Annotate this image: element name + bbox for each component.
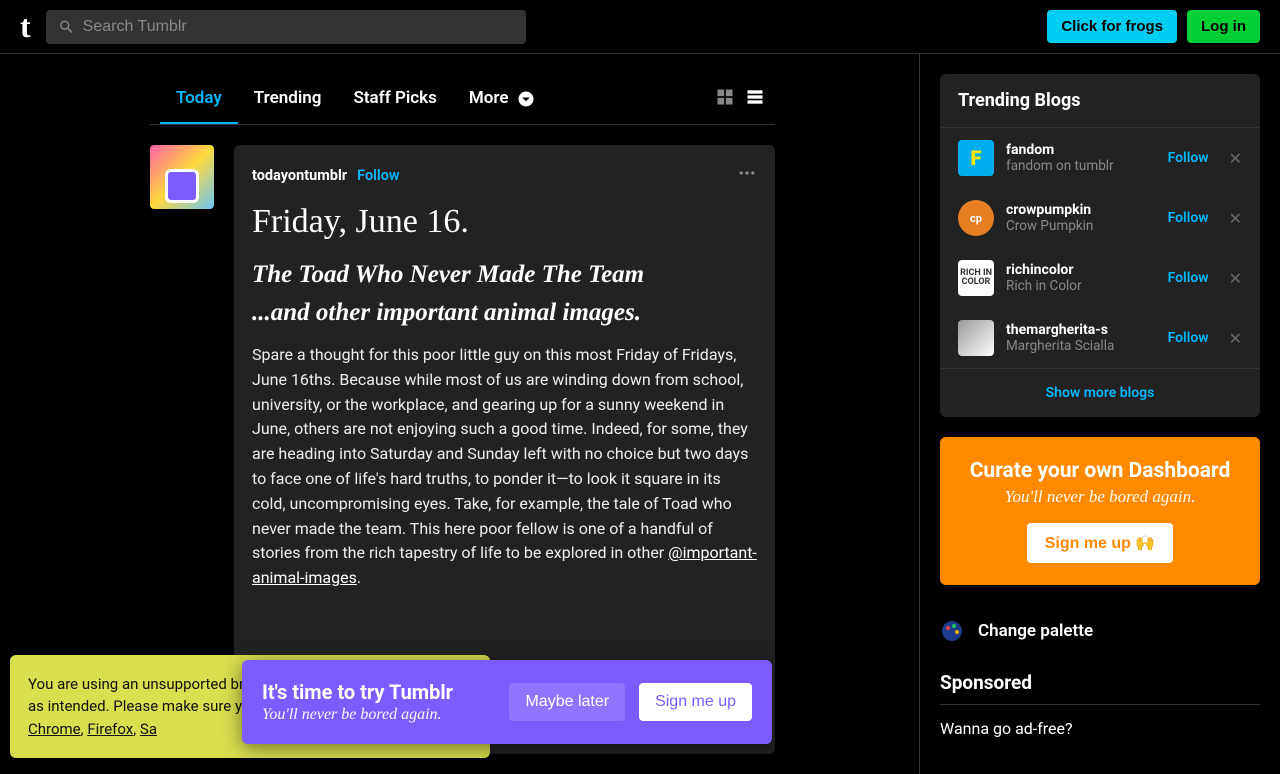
curate-subtitle: You'll never be bored again. <box>962 487 1238 507</box>
search-box[interactable] <box>46 10 526 44</box>
blog-desc: fandom on tumblr <box>1006 158 1156 174</box>
blog-name[interactable]: richincolor <box>1006 262 1156 278</box>
header-bar: t Click for frogs Log in <box>0 0 1280 54</box>
curate-signup-button[interactable]: Sign me up 🙌 <box>1027 523 1174 563</box>
cta-signup-button[interactable]: Sign me up <box>639 683 752 721</box>
blog-dismiss-button[interactable]: ✕ <box>1229 269 1242 288</box>
frogs-button[interactable]: Click for frogs <box>1047 10 1177 43</box>
search-icon <box>58 18 75 36</box>
tab-staff-picks[interactable]: Staff Picks <box>337 74 452 124</box>
chrome-link[interactable]: Chrome <box>28 720 81 738</box>
blog-desc: Crow Pumpkin <box>1006 218 1156 234</box>
blog-avatar[interactable]: cp <box>958 200 994 236</box>
signup-cta-banner: It's time to try Tumblr You'll never be … <box>242 660 772 744</box>
blog-follow-button[interactable]: Follow <box>1168 150 1209 166</box>
blog-dismiss-button[interactable]: ✕ <box>1229 329 1242 348</box>
tab-more-label: More <box>469 88 509 108</box>
post-subtitle-2: ...and other important animal images. <box>252 299 757 327</box>
blog-item: RICH INCOLOR richincolor Rich in Color F… <box>940 248 1260 308</box>
list-view-toggle[interactable] <box>745 87 765 111</box>
grid-view-toggle[interactable] <box>715 87 735 111</box>
chevron-down-icon <box>517 90 535 108</box>
blog-item: F fandom fandom on tumblr Follow ✕ <box>940 128 1260 188</box>
trending-blogs-header: Trending Blogs <box>940 74 1260 128</box>
blog-avatar[interactable]: RICH INCOLOR <box>958 260 994 296</box>
search-input[interactable] <box>83 18 514 36</box>
post-subtitle-1: The Toad Who Never Made The Team <box>252 261 757 289</box>
blog-item: themargherita-s Margherita Scialla Follo… <box>940 308 1260 368</box>
blog-follow-button[interactable]: Follow <box>1168 210 1209 226</box>
curate-dashboard-card: Curate your own Dashboard You'll never b… <box>940 437 1260 585</box>
sponsored-text[interactable]: Wanna go ad-free? <box>940 719 1260 738</box>
sponsored-heading: Sponsored <box>940 657 1260 705</box>
post-author-avatar[interactable] <box>150 145 214 209</box>
post-title: Friday, June 16. <box>252 203 757 241</box>
change-palette-label: Change palette <box>978 621 1093 641</box>
cta-subtitle: You'll never be bored again. <box>262 706 495 724</box>
blog-desc: Rich in Color <box>1006 278 1156 294</box>
safari-link[interactable]: Sa <box>140 720 157 738</box>
cta-maybe-later-button[interactable]: Maybe later <box>509 683 625 721</box>
post-author-name[interactable]: todayontumblr <box>252 167 347 184</box>
blog-dismiss-button[interactable]: ✕ <box>1229 149 1242 168</box>
post-more-button[interactable] <box>737 163 757 187</box>
blog-avatar[interactable] <box>958 320 994 356</box>
tab-more[interactable]: More <box>453 74 551 124</box>
login-button[interactable]: Log in <box>1187 10 1260 43</box>
blog-follow-button[interactable]: Follow <box>1168 270 1209 286</box>
post-follow-link[interactable]: Follow <box>357 167 399 184</box>
more-horizontal-icon <box>737 163 757 183</box>
change-palette-row[interactable]: Change palette <box>940 605 1260 657</box>
feed-tabs: Today Trending Staff Picks More <box>150 74 775 125</box>
tab-today[interactable]: Today <box>160 74 238 124</box>
tumblr-logo[interactable]: t <box>20 8 31 45</box>
blog-desc: Margherita Scialla <box>1006 338 1156 354</box>
blog-dismiss-button[interactable]: ✕ <box>1229 209 1242 228</box>
blog-item: cp crowpumpkin Crow Pumpkin Follow ✕ <box>940 188 1260 248</box>
show-more-blogs[interactable]: Show more blogs <box>940 368 1260 417</box>
cta-title: It's time to try Tumblr <box>262 680 495 704</box>
trending-blogs-panel: Trending Blogs F fandom fandom on tumblr… <box>940 74 1260 417</box>
firefox-link[interactable]: Firefox <box>87 720 133 738</box>
blog-name[interactable]: themargherita-s <box>1006 322 1156 338</box>
blog-name[interactable]: crowpumpkin <box>1006 202 1156 218</box>
blog-name[interactable]: fandom <box>1006 142 1156 158</box>
tab-trending[interactable]: Trending <box>238 74 338 124</box>
blog-follow-button[interactable]: Follow <box>1168 330 1209 346</box>
blog-avatar[interactable]: F <box>958 140 994 176</box>
palette-icon <box>940 619 964 643</box>
curate-title: Curate your own Dashboard <box>962 459 1238 483</box>
post-body: Spare a thought for this poor little guy… <box>252 343 757 591</box>
